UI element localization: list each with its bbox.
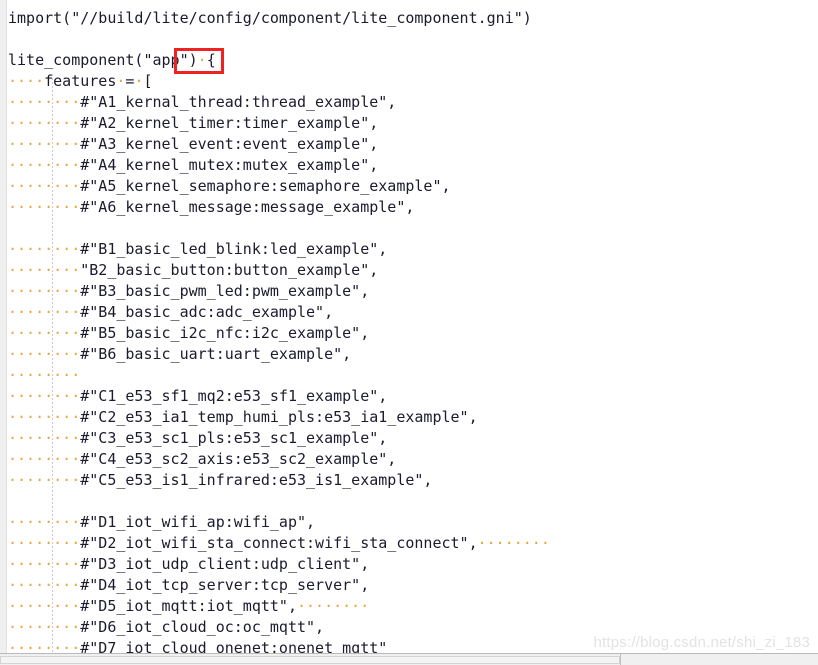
leading-whitespace-dots: ········	[8, 513, 81, 531]
leading-whitespace-dots: ········	[8, 156, 81, 174]
code-text: #"C4_e53_sc2_axis:e53_sc2_example",	[80, 450, 397, 468]
code-text: features	[44, 72, 117, 90]
leading-whitespace-dots: ········	[8, 471, 81, 489]
leading-whitespace-dots: ········	[8, 345, 81, 363]
code-text: #"D3_iot_udp_client:udp_client",	[80, 555, 370, 573]
code-line[interactable]: ····features·=·[	[8, 71, 550, 92]
code-line[interactable]: import("//build/lite/config/component/li…	[8, 8, 550, 29]
code-line[interactable]: ········#"D2_iot_wifi_sta_connect:wifi_s…	[8, 533, 550, 554]
leading-whitespace-dots: ········	[8, 282, 81, 300]
leading-whitespace-dots: ········	[8, 618, 81, 636]
code-line[interactable]	[8, 491, 550, 512]
leading-whitespace-dots: ····	[8, 72, 45, 90]
code-line[interactable]: ········#"C2_e53_ia1_temp_humi_pls:e53_i…	[8, 407, 550, 428]
code-line[interactable]: ········#"A3_kernel_event:event_example"…	[8, 134, 550, 155]
leading-whitespace-dots: ········	[8, 93, 81, 111]
code-editor-pane[interactable]: import("//build/lite/config/component/li…	[0, 0, 818, 665]
leading-whitespace-dots: ········	[8, 429, 81, 447]
horizontal-scrollbar[interactable]	[0, 653, 818, 665]
code-line[interactable]: ········#"B3_basic_pwm_led:pwm_example",	[8, 281, 550, 302]
code-text: #"A3_kernel_event:event_example",	[80, 135, 379, 153]
code-text: #"A2_kernel_timer:timer_example",	[80, 114, 379, 132]
trailing-whitespace-dots: ········	[297, 597, 370, 615]
leading-whitespace-dots: ········	[8, 114, 81, 132]
code-line[interactable]: lite_component("app")·{	[8, 50, 550, 71]
code-line[interactable]: ········#"D6_iot_cloud_oc:oc_mqtt",	[8, 617, 550, 638]
code-text: {	[206, 51, 216, 69]
code-line[interactable]: ········#"C3_e53_sc1_pls:e53_sc1_example…	[8, 428, 550, 449]
code-text: #"A5_kernel_semaphore:semaphore_example"…	[80, 177, 451, 195]
code-line[interactable]: ········#"C4_e53_sc2_axis:e53_sc2_exampl…	[8, 449, 550, 470]
code-text: "B2_basic_button:button_example",	[80, 261, 379, 279]
code-text: import("//build/lite/config/component/li…	[8, 9, 532, 27]
editor-gutter	[0, 0, 7, 665]
code-text: #"B1_basic_led_blink:led_example",	[80, 240, 388, 258]
leading-whitespace-dots: ········	[8, 408, 81, 426]
code-line[interactable]: ········"B2_basic_button:button_example"…	[8, 260, 550, 281]
csdn-watermark: https://blog.csdn.net/shi_zi_183	[593, 634, 810, 651]
code-text: #"D6_iot_cloud_oc:oc_mqtt",	[80, 618, 325, 636]
code-text: #"C3_e53_sc1_pls:e53_sc1_example",	[80, 429, 388, 447]
leading-whitespace-dots: ········	[8, 597, 81, 615]
code-text: lite_component("app")	[8, 51, 198, 69]
code-line[interactable]: ········#"D3_iot_udp_client:udp_client",	[8, 554, 550, 575]
code-line[interactable]	[8, 218, 550, 239]
code-line[interactable]: ········#"D4_iot_tcp_server:tcp_server",	[8, 575, 550, 596]
code-line[interactable]: ········#"B1_basic_led_blink:led_example…	[8, 239, 550, 260]
code-line[interactable]: ········#"A6_kernel_message:message_exam…	[8, 197, 550, 218]
code-text: #"D2_iot_wifi_sta_connect:wifi_sta_conne…	[80, 534, 478, 552]
leading-whitespace-dots: ········	[8, 261, 81, 279]
leading-whitespace-dots: ········	[8, 198, 81, 216]
code-text: #"B5_basic_i2c_nfc:i2c_example",	[80, 324, 370, 342]
leading-whitespace-dots: ········	[8, 240, 81, 258]
leading-whitespace-dots: ········	[8, 324, 81, 342]
code-line[interactable]: ········#"A5_kernel_semaphore:semaphore_…	[8, 176, 550, 197]
code-line[interactable]: ········#"A2_kernel_timer:timer_example"…	[8, 113, 550, 134]
leading-whitespace-dots: ········	[8, 177, 81, 195]
leading-whitespace-dots: ········	[8, 303, 81, 321]
leading-whitespace-dots: ········	[8, 366, 81, 384]
code-line[interactable]: ········#"A1_kernal_thread:thread_exampl…	[8, 92, 550, 113]
horizontal-scrollbar-thumb[interactable]	[0, 656, 620, 664]
code-text: #"A1_kernal_thread:thread_example",	[80, 93, 397, 111]
code-line[interactable]: ········	[8, 365, 550, 386]
code-text: #"D5_iot_mqtt:iot_mqtt",	[80, 597, 297, 615]
code-text: #"B3_basic_pwm_led:pwm_example",	[80, 282, 370, 300]
leading-whitespace-dots: ········	[8, 534, 81, 552]
code-text: #"C1_e53_sf1_mq2:e53_sf1_example",	[80, 387, 388, 405]
leading-whitespace-dots: ········	[8, 135, 81, 153]
code-text: #"A6_kernel_message:message_example",	[80, 198, 415, 216]
leading-whitespace-dots: ········	[8, 450, 81, 468]
code-line[interactable]: ········#"D1_iot_wifi_ap:wifi_ap",	[8, 512, 550, 533]
code-line[interactable]: ········#"B5_basic_i2c_nfc:i2c_example",	[8, 323, 550, 344]
code-text: #"B4_basic_adc:adc_example",	[80, 303, 334, 321]
trailing-whitespace-dots: ········	[477, 534, 550, 552]
code-line[interactable]	[8, 29, 550, 50]
code-line[interactable]: ········#"B4_basic_adc:adc_example",	[8, 302, 550, 323]
code-text: #"B6_basic_uart:uart_example",	[80, 345, 352, 363]
inline-whitespace-dot: ·	[197, 51, 207, 69]
leading-whitespace-dots: ········	[8, 387, 81, 405]
leading-whitespace-dots: ········	[8, 555, 81, 573]
code-text: #"C5_e53_is1_infrared:e53_is1_example",	[80, 471, 433, 489]
code-line[interactable]: ········#"D5_iot_mqtt:iot_mqtt",········	[8, 596, 550, 617]
code-content[interactable]: import("//build/lite/config/component/li…	[8, 8, 550, 659]
code-text: [	[143, 72, 153, 90]
code-text: #"C2_e53_ia1_temp_humi_pls:e53_ia1_examp…	[80, 408, 478, 426]
code-line[interactable]: ········#"A4_kernel_mutex:mutex_example"…	[8, 155, 550, 176]
leading-whitespace-dots: ········	[8, 576, 81, 594]
code-line[interactable]: ········#"C1_e53_sf1_mq2:e53_sf1_example…	[8, 386, 550, 407]
code-line[interactable]: ········#"C5_e53_is1_infrared:e53_is1_ex…	[8, 470, 550, 491]
code-text: #"D1_iot_wifi_ap:wifi_ap",	[80, 513, 316, 531]
code-line[interactable]: ········#"B6_basic_uart:uart_example",	[8, 344, 550, 365]
scrollbar-divider	[620, 654, 621, 665]
code-text: #"A4_kernel_mutex:mutex_example",	[80, 156, 379, 174]
code-text: #"D4_iot_tcp_server:tcp_server",	[80, 576, 370, 594]
